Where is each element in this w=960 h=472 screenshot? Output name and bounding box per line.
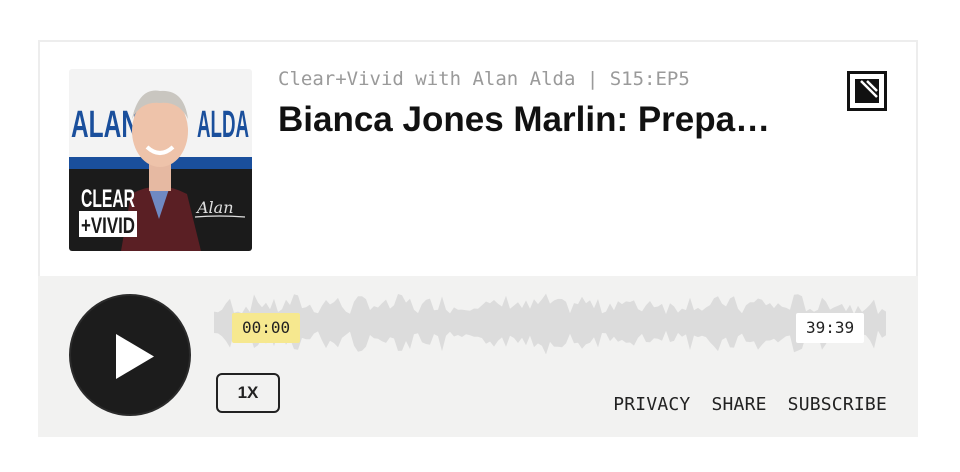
play-button[interactable] [69, 294, 191, 416]
player-controls: 00:00 39:39 1X PRIVACY SHARE SUBSCRIBE [38, 276, 918, 437]
playback-speed-button[interactable]: 1X [216, 373, 280, 413]
artwork-name-right: ALDA [197, 104, 249, 146]
play-icon [116, 334, 154, 379]
footer-links: PRIVACY SHARE SUBSCRIBE [613, 394, 887, 415]
artwork-brand-top: CLEAR [81, 185, 135, 213]
subscribe-link[interactable]: SUBSCRIBE [788, 394, 887, 415]
publisher-logo-icon[interactable] [847, 71, 887, 111]
artwork-brand-bottom: +VIVID [81, 213, 135, 238]
artwork-signature: Alan [195, 198, 234, 217]
show-episode-line: Clear+Vivid with Alan Alda | S15:EP5 [278, 68, 690, 90]
share-link[interactable]: SHARE [711, 394, 766, 415]
artwork-name-left: ALAN [71, 104, 139, 146]
episode-artwork: ALAN ALDA CLEAR +VIVID Alan [69, 69, 252, 251]
total-time: 39:39 [796, 313, 865, 343]
waveform-shape [214, 293, 886, 354]
waveform-scrubber[interactable] [214, 292, 886, 354]
current-time: 00:00 [232, 313, 301, 343]
episode-title[interactable]: Bianca Jones Marlin: Prepa… [278, 100, 770, 140]
privacy-link[interactable]: PRIVACY [613, 394, 690, 415]
podcast-player: ALAN ALDA CLEAR +VIVID Alan Clear+Vivid … [38, 40, 918, 437]
